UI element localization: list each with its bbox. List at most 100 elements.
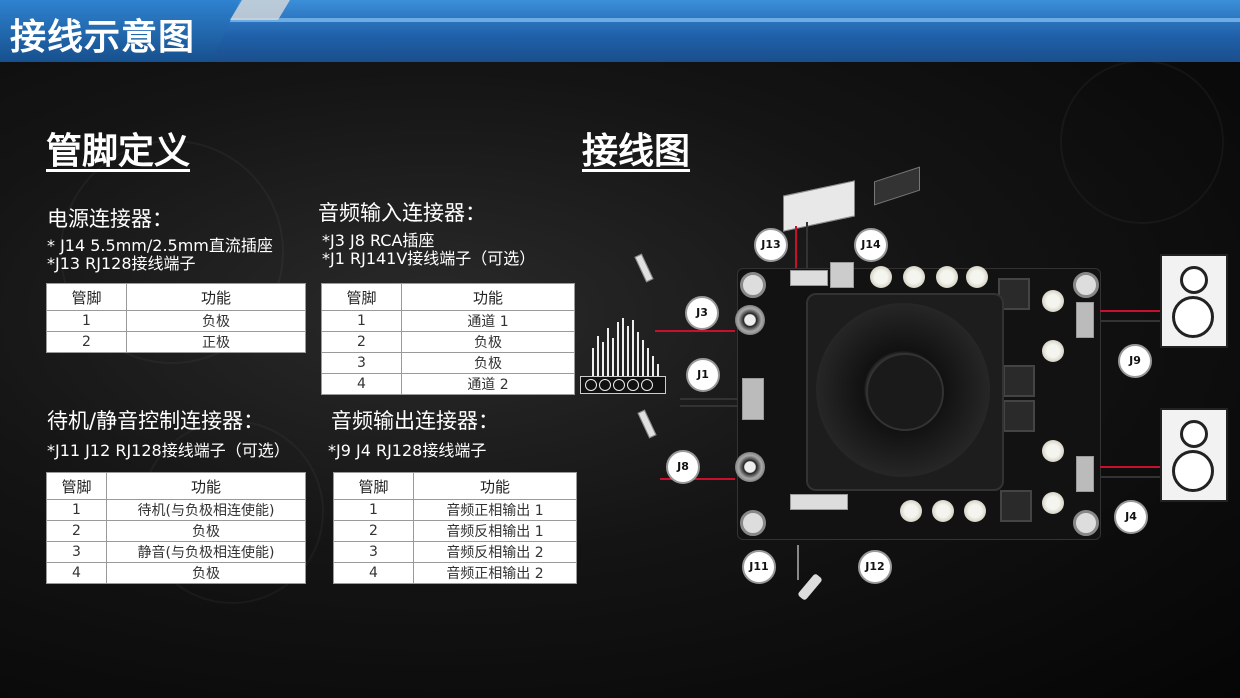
table-header: 功能 (126, 283, 306, 311)
audio-wire (655, 330, 735, 332)
speaker-wire (1100, 310, 1160, 312)
speaker-wire (1100, 476, 1160, 478)
table-row: 4 通道 2 (321, 373, 575, 395)
control-wire (797, 545, 799, 580)
table-cell: 3 (333, 541, 414, 563)
table-header: 管脚 (46, 283, 127, 311)
table-cell: 1 (46, 499, 107, 521)
inductor (1003, 365, 1035, 397)
table-cell: 1 (333, 499, 414, 521)
j3-rca-jack (735, 305, 765, 335)
capacitor (903, 266, 925, 288)
audio-wire (680, 405, 740, 407)
capacitor (1042, 492, 1064, 514)
table-cell: 3 (321, 352, 402, 374)
table-row: 1 通道 1 (321, 310, 575, 332)
audio-output-pin-table: 管脚 功能 1 音频正相输出 1 2 音频反相输出 1 3 音频反相输出 2 4 音频正相… (333, 472, 577, 584)
callout-j3: J3 (685, 296, 719, 330)
capacitor (964, 500, 986, 522)
table-row: 3 音频反相输出 2 (333, 541, 577, 563)
table-cell: 音频正相输出 1 (413, 499, 577, 521)
mount-hole (740, 272, 766, 298)
table-cell: 2 (333, 520, 414, 542)
callout-j8: J8 (666, 450, 700, 484)
capacitor (1042, 440, 1064, 462)
standby-pin-table: 管脚 功能 1 待机(与负极相连使能) 2 负极 3 静音(与负极相连使能) 4 负极 (46, 472, 306, 584)
table-cell: 通道 2 (401, 373, 575, 395)
table-cell: 4 (333, 562, 414, 584)
table-cell: 静音(与负极相连使能) (106, 541, 306, 563)
table-header: 功能 (106, 472, 306, 500)
capacitor (1042, 290, 1064, 312)
audio-source-icon (590, 318, 660, 378)
wiring-diagram-title: 接线图 (582, 131, 691, 172)
table-row: 1 待机(与负极相连使能) (46, 499, 306, 521)
audio-plug-icon (637, 409, 657, 439)
page-title: 接线示意图 (10, 17, 196, 58)
speaker-icon (1160, 408, 1228, 502)
table-row: 2 音频反相输出 1 (333, 520, 577, 542)
table-cell: 通道 1 (401, 310, 575, 332)
capacitor (870, 266, 892, 288)
table-row: 2 正极 (46, 331, 306, 353)
power-note: * J14 5.5mm/2.5mm直流插座 (47, 236, 273, 255)
audio-input-note: *J1 RJ141V接线端子（可选） (322, 249, 536, 268)
audio-input-note: *J3 J8 RCA插座 (322, 231, 435, 250)
table-header: 管脚 (321, 283, 402, 311)
mount-hole (1073, 510, 1099, 536)
table-cell: 负极 (106, 562, 306, 584)
table-row: 1 音频正相输出 1 (333, 499, 577, 521)
table-cell: 负极 (401, 331, 575, 353)
callout-j14: J14 (854, 228, 888, 262)
power-connector-title: 电源连接器： (47, 207, 173, 231)
power-pin-table: 管脚 功能 1 负极 2 正极 (46, 283, 306, 353)
audio-output-title: 音频输出连接器： (331, 409, 499, 433)
table-cell: 3 (46, 541, 107, 563)
power-wire (795, 226, 797, 271)
speaker-wire (1100, 320, 1160, 322)
j4-connector (1076, 456, 1094, 492)
capacitor (932, 500, 954, 522)
table-cell: 音频反相输出 2 (413, 541, 577, 563)
inductor (1000, 490, 1032, 522)
table-row: 1 负极 (46, 310, 306, 332)
mount-hole (1073, 272, 1099, 298)
j8-rca-jack (735, 452, 765, 482)
table-row: 3 静音(与负极相连使能) (46, 541, 306, 563)
table-cell: 负极 (401, 352, 575, 374)
table-cell: 4 (321, 373, 402, 395)
j9-connector (1076, 302, 1094, 338)
capacitor (1042, 340, 1064, 362)
table-cell: 1 (46, 310, 127, 332)
media-controls-icon (580, 376, 666, 394)
audio-wire (680, 398, 740, 400)
table-row: 4 音频正相输出 2 (333, 562, 577, 584)
background-circle (1060, 60, 1224, 224)
callout-j13: J13 (754, 228, 788, 262)
power-adapter-icon (874, 166, 920, 206)
j11-j12-connector (790, 494, 848, 510)
audio-output-note: *J9 J4 RJ128接线端子 (328, 441, 487, 460)
inductor (1003, 400, 1035, 432)
table-header: 功能 (401, 283, 575, 311)
callout-j12: J12 (858, 550, 892, 584)
pin-definition-title: 管脚定义 (46, 131, 191, 172)
standby-note: *J11 J12 RJ128接线端子（可选） (47, 441, 290, 460)
callout-j9: J9 (1118, 344, 1152, 378)
capacitor (900, 500, 922, 522)
table-cell: 2 (321, 331, 402, 353)
power-wire (806, 222, 808, 270)
table-cell: 负极 (126, 310, 306, 332)
table-row: 2 负极 (46, 520, 306, 542)
table-cell: 2 (46, 520, 107, 542)
switch-icon (797, 573, 823, 601)
j13-connector (790, 270, 828, 286)
table-header: 管脚 (46, 472, 107, 500)
table-cell: 音频正相输出 2 (413, 562, 577, 584)
standby-mute-title: 待机/静音控制连接器： (47, 409, 265, 433)
audio-input-title: 音频输入连接器： (318, 201, 486, 225)
speaker-wire (1100, 466, 1160, 468)
fan-hub (866, 353, 944, 431)
table-header: 管脚 (333, 472, 414, 500)
table-header: 功能 (413, 472, 577, 500)
